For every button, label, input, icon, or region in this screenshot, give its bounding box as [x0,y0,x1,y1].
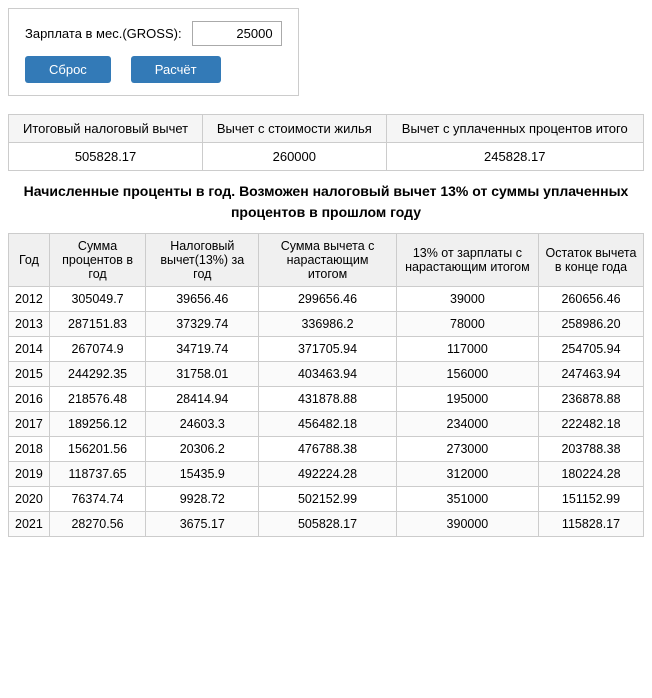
cell-r0-c2: 39656.46 [146,287,259,312]
cell-r0-c1: 305049.7 [49,287,146,312]
salary-label: Зарплата в мес.(GROSS): [25,26,182,41]
col-header-year: Год [9,234,50,287]
cell-r0-c5: 260656.46 [539,287,644,312]
main-header-row: Год Сумма процентов в год Налоговый выче… [9,234,644,287]
cell-r6-c2: 20306.2 [146,437,259,462]
cell-r8-c2: 9928.72 [146,487,259,512]
cell-r8-c0: 2020 [9,487,50,512]
cell-r4-c1: 218576.48 [49,387,146,412]
cell-r7-c1: 118737.65 [49,462,146,487]
info-text: Начисленные проценты в год. Возможен нал… [8,181,644,223]
cell-r4-c0: 2016 [9,387,50,412]
cell-r5-c2: 24603.3 [146,412,259,437]
cell-r5-c3: 456482.18 [259,412,397,437]
col-header-sum: Сумма процентов в год [49,234,146,287]
cell-r9-c0: 2021 [9,512,50,537]
cell-r1-c3: 336986.2 [259,312,397,337]
calc-button[interactable]: Расчёт [131,56,221,83]
table-row: 2014267074.934719.74371705.9411700025470… [9,337,644,362]
cell-r5-c5: 222482.18 [539,412,644,437]
summary-header-0: Итоговый налоговый вычет [9,115,203,143]
cell-r1-c2: 37329.74 [146,312,259,337]
salary-row: Зарплата в мес.(GROSS): [25,21,282,46]
col-header-salary13: 13% от зарплаты с нарастающим итогом [396,234,538,287]
cell-r9-c3: 505828.17 [259,512,397,537]
cell-r8-c1: 76374.74 [49,487,146,512]
cell-r6-c0: 2018 [9,437,50,462]
cell-r8-c5: 151152.99 [539,487,644,512]
cell-r1-c4: 78000 [396,312,538,337]
table-row: 2013287151.8337329.74336986.278000258986… [9,312,644,337]
summary-header-2: Вычет с уплаченных процентов итого [386,115,643,143]
input-section: Зарплата в мес.(GROSS): Сброс Расчёт [8,8,299,96]
summary-value-2: 245828.17 [386,143,643,171]
cell-r0-c0: 2012 [9,287,50,312]
cell-r6-c5: 203788.38 [539,437,644,462]
main-table: Год Сумма процентов в год Налоговый выче… [8,233,644,537]
cell-r1-c0: 2013 [9,312,50,337]
cell-r3-c2: 31758.01 [146,362,259,387]
cell-r7-c0: 2019 [9,462,50,487]
button-row: Сброс Расчёт [25,56,282,83]
table-row: 2017189256.1224603.3456482.1823400022248… [9,412,644,437]
cell-r3-c5: 247463.94 [539,362,644,387]
cell-r9-c5: 115828.17 [539,512,644,537]
cell-r8-c4: 351000 [396,487,538,512]
cell-r4-c3: 431878.88 [259,387,397,412]
summary-value-0: 505828.17 [9,143,203,171]
cell-r1-c1: 287151.83 [49,312,146,337]
table-row: 202076374.749928.72502152.99351000151152… [9,487,644,512]
summary-header-1: Вычет с стоимости жилья [203,115,386,143]
cell-r4-c4: 195000 [396,387,538,412]
cell-r5-c0: 2017 [9,412,50,437]
cell-r6-c3: 476788.38 [259,437,397,462]
cell-r2-c3: 371705.94 [259,337,397,362]
cell-r9-c2: 3675.17 [146,512,259,537]
col-header-cumsum: Сумма вычета с нарастающим итогом [259,234,397,287]
table-row: 2019118737.6515435.9492224.2831200018022… [9,462,644,487]
cell-r2-c5: 254705.94 [539,337,644,362]
summary-data-row: 505828.17 260000 245828.17 [9,143,644,171]
cell-r1-c5: 258986.20 [539,312,644,337]
cell-r6-c4: 273000 [396,437,538,462]
summary-table: Итоговый налоговый вычет Вычет с стоимос… [8,114,644,171]
cell-r3-c0: 2015 [9,362,50,387]
cell-r3-c4: 156000 [396,362,538,387]
cell-r2-c1: 267074.9 [49,337,146,362]
cell-r2-c0: 2014 [9,337,50,362]
cell-r4-c2: 28414.94 [146,387,259,412]
cell-r5-c1: 189256.12 [49,412,146,437]
col-header-tax: Налоговый вычет(13%) за год [146,234,259,287]
col-header-remain: Остаток вычета в конце года [539,234,644,287]
cell-r6-c1: 156201.56 [49,437,146,462]
cell-r9-c4: 390000 [396,512,538,537]
reset-button[interactable]: Сброс [25,56,111,83]
table-row: 2012305049.739656.46299656.4639000260656… [9,287,644,312]
cell-r3-c3: 403463.94 [259,362,397,387]
summary-header-row: Итоговый налоговый вычет Вычет с стоимос… [9,115,644,143]
cell-r7-c2: 15435.9 [146,462,259,487]
table-row: 2018156201.5620306.2476788.3827300020378… [9,437,644,462]
cell-r4-c5: 236878.88 [539,387,644,412]
cell-r5-c4: 234000 [396,412,538,437]
cell-r8-c3: 502152.99 [259,487,397,512]
cell-r2-c2: 34719.74 [146,337,259,362]
cell-r9-c1: 28270.56 [49,512,146,537]
cell-r3-c1: 244292.35 [49,362,146,387]
salary-input[interactable] [192,21,282,46]
table-row: 202128270.563675.17505828.17390000115828… [9,512,644,537]
cell-r0-c4: 39000 [396,287,538,312]
cell-r7-c4: 312000 [396,462,538,487]
table-row: 2016218576.4828414.94431878.881950002368… [9,387,644,412]
table-row: 2015244292.3531758.01403463.941560002474… [9,362,644,387]
cell-r2-c4: 117000 [396,337,538,362]
cell-r7-c5: 180224.28 [539,462,644,487]
summary-value-1: 260000 [203,143,386,171]
cell-r7-c3: 492224.28 [259,462,397,487]
cell-r0-c3: 299656.46 [259,287,397,312]
